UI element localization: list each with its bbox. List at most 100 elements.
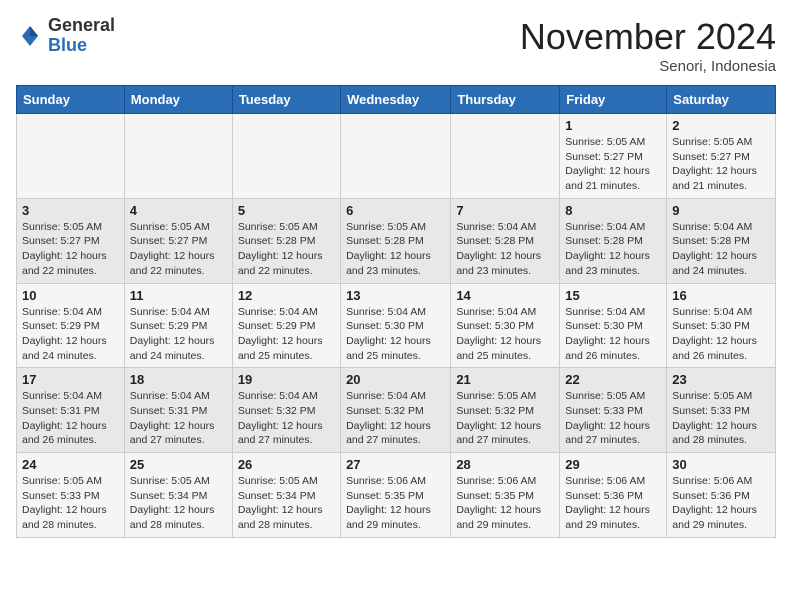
page-header: General Blue November 2024 Senori, Indon… [16,16,776,75]
calendar-cell: 23Sunrise: 5:05 AM Sunset: 5:33 PM Dayli… [667,368,776,453]
calendar-cell: 21 Sunrise: 5:05 AM Sunset: 5:32 PM Dayli… [451,368,560,453]
calendar-cell [341,114,451,199]
calendar-week-row: 3 Sunrise: 5:05 AM Sunset: 5:27 PM Daylig… [17,198,776,283]
day-info: Sunrise: 5:04 AM Sunset: 5:31 PM Dayligh… [130,389,227,448]
calendar-cell: 5 Sunrise: 5:05 AM Sunset: 5:28 PM Daylig… [232,198,340,283]
calendar-cell: 3 Sunrise: 5:05 AM Sunset: 5:27 PM Daylig… [17,198,125,283]
calendar-cell: 25 Sunrise: 5:05 AM Sunset: 5:34 PM Dayli… [124,453,232,538]
calendar-cell: 1Sunrise: 5:05 AM Sunset: 5:27 PM Daylig… [560,114,667,199]
day-number: 3 [22,203,119,218]
calendar-cell [232,114,340,199]
calendar: SundayMondayTuesdayWednesdayThursdayFrid… [16,85,776,538]
calendar-cell: 10 Sunrise: 5:04 AM Sunset: 5:29 PM Dayli… [17,283,125,368]
day-info: Sunrise: 5:04 AM Sunset: 5:28 PM Dayligh… [456,220,554,279]
day-number: 17 [22,372,119,387]
calendar-week-row: 1Sunrise: 5:05 AM Sunset: 5:27 PM Daylig… [17,114,776,199]
calendar-cell: 18 Sunrise: 5:04 AM Sunset: 5:31 PM Dayli… [124,368,232,453]
day-number: 26 [238,457,335,472]
day-info: Sunrise: 5:04 AM Sunset: 5:29 PM Dayligh… [22,305,119,364]
weekday-header: Thursday [451,86,560,114]
day-number: 9 [672,203,770,218]
day-number: 12 [238,288,335,303]
calendar-cell: 29Sunrise: 5:06 AM Sunset: 5:36 PM Dayli… [560,453,667,538]
day-info: Sunrise: 5:05 AM Sunset: 5:34 PM Dayligh… [130,474,227,533]
day-info: Sunrise: 5:06 AM Sunset: 5:36 PM Dayligh… [565,474,661,533]
day-number: 10 [22,288,119,303]
calendar-cell [17,114,125,199]
calendar-cell: 15 Sunrise: 5:04 AM Sunset: 5:30 PM Dayli… [560,283,667,368]
day-number: 18 [130,372,227,387]
day-number: 28 [456,457,554,472]
day-number: 21 [456,372,554,387]
calendar-cell: 11 Sunrise: 5:04 AM Sunset: 5:29 PM Dayli… [124,283,232,368]
weekday-header-row: SundayMondayTuesdayWednesdayThursdayFrid… [17,86,776,114]
logo-icon [16,22,44,50]
day-info: Sunrise: 5:05 AM Sunset: 5:33 PM Dayligh… [22,474,119,533]
day-number: 11 [130,288,227,303]
day-info: Sunrise: 5:05 AM Sunset: 5:28 PM Dayligh… [238,220,335,279]
calendar-cell [124,114,232,199]
calendar-cell: 6 Sunrise: 5:05 AM Sunset: 5:28 PM Daylig… [341,198,451,283]
month-title: November 2024 [520,16,776,58]
day-info: Sunrise: 5:04 AM Sunset: 5:30 PM Dayligh… [456,305,554,364]
day-number: 14 [456,288,554,303]
calendar-cell: 19Sunrise: 5:04 AM Sunset: 5:32 PM Dayli… [232,368,340,453]
weekday-header: Wednesday [341,86,451,114]
calendar-cell: 26 Sunrise: 5:05 AM Sunset: 5:34 PM Dayli… [232,453,340,538]
calendar-cell: 12Sunrise: 5:04 AM Sunset: 5:29 PM Dayli… [232,283,340,368]
day-info: Sunrise: 5:06 AM Sunset: 5:35 PM Dayligh… [456,474,554,533]
day-number: 15 [565,288,661,303]
calendar-week-row: 17 Sunrise: 5:04 AM Sunset: 5:31 PM Dayli… [17,368,776,453]
day-number: 8 [565,203,661,218]
logo-blue: Blue [48,35,87,55]
day-number: 2 [672,118,770,133]
calendar-cell: 20 Sunrise: 5:04 AM Sunset: 5:32 PM Dayli… [341,368,451,453]
calendar-week-row: 24 Sunrise: 5:05 AM Sunset: 5:33 PM Dayli… [17,453,776,538]
calendar-cell: 22 Sunrise: 5:05 AM Sunset: 5:33 PM Dayli… [560,368,667,453]
day-number: 27 [346,457,445,472]
calendar-cell: 9Sunrise: 5:04 AM Sunset: 5:28 PM Daylig… [667,198,776,283]
day-info: Sunrise: 5:05 AM Sunset: 5:34 PM Dayligh… [238,474,335,533]
day-info: Sunrise: 5:04 AM Sunset: 5:31 PM Dayligh… [22,389,119,448]
day-number: 25 [130,457,227,472]
day-number: 6 [346,203,445,218]
logo: General Blue [16,16,115,56]
weekday-header: Saturday [667,86,776,114]
day-info: Sunrise: 5:04 AM Sunset: 5:30 PM Dayligh… [346,305,445,364]
calendar-cell: 4Sunrise: 5:05 AM Sunset: 5:27 PM Daylig… [124,198,232,283]
day-number: 23 [672,372,770,387]
weekday-header: Tuesday [232,86,340,114]
location: Senori, Indonesia [520,58,776,75]
calendar-cell: 14 Sunrise: 5:04 AM Sunset: 5:30 PM Dayli… [451,283,560,368]
calendar-cell [451,114,560,199]
day-number: 19 [238,372,335,387]
day-number: 22 [565,372,661,387]
day-number: 20 [346,372,445,387]
day-number: 13 [346,288,445,303]
day-number: 16 [672,288,770,303]
calendar-week-row: 10 Sunrise: 5:04 AM Sunset: 5:29 PM Dayli… [17,283,776,368]
day-number: 30 [672,457,770,472]
day-number: 5 [238,203,335,218]
day-info: Sunrise: 5:05 AM Sunset: 5:28 PM Dayligh… [346,220,445,279]
day-number: 24 [22,457,119,472]
calendar-cell: 2Sunrise: 5:05 AM Sunset: 5:27 PM Daylig… [667,114,776,199]
day-info: Sunrise: 5:06 AM Sunset: 5:36 PM Dayligh… [672,474,770,533]
calendar-cell: 17 Sunrise: 5:04 AM Sunset: 5:31 PM Dayli… [17,368,125,453]
calendar-cell: 13 Sunrise: 5:04 AM Sunset: 5:30 PM Dayli… [341,283,451,368]
calendar-cell: 8 Sunrise: 5:04 AM Sunset: 5:28 PM Daylig… [560,198,667,283]
day-number: 1 [565,118,661,133]
day-info: Sunrise: 5:04 AM Sunset: 5:28 PM Dayligh… [565,220,661,279]
day-info: Sunrise: 5:05 AM Sunset: 5:27 PM Dayligh… [130,220,227,279]
day-info: Sunrise: 5:05 AM Sunset: 5:27 PM Dayligh… [22,220,119,279]
day-info: Sunrise: 5:04 AM Sunset: 5:32 PM Dayligh… [346,389,445,448]
day-info: Sunrise: 5:05 AM Sunset: 5:33 PM Dayligh… [565,389,661,448]
logo-text: General Blue [48,16,115,56]
calendar-cell: 24 Sunrise: 5:05 AM Sunset: 5:33 PM Dayli… [17,453,125,538]
day-info: Sunrise: 5:04 AM Sunset: 5:29 PM Dayligh… [130,305,227,364]
day-info: Sunrise: 5:04 AM Sunset: 5:30 PM Dayligh… [565,305,661,364]
calendar-cell: 7Sunrise: 5:04 AM Sunset: 5:28 PM Daylig… [451,198,560,283]
weekday-header: Monday [124,86,232,114]
title-block: November 2024 Senori, Indonesia [520,16,776,75]
day-info: Sunrise: 5:05 AM Sunset: 5:32 PM Dayligh… [456,389,554,448]
